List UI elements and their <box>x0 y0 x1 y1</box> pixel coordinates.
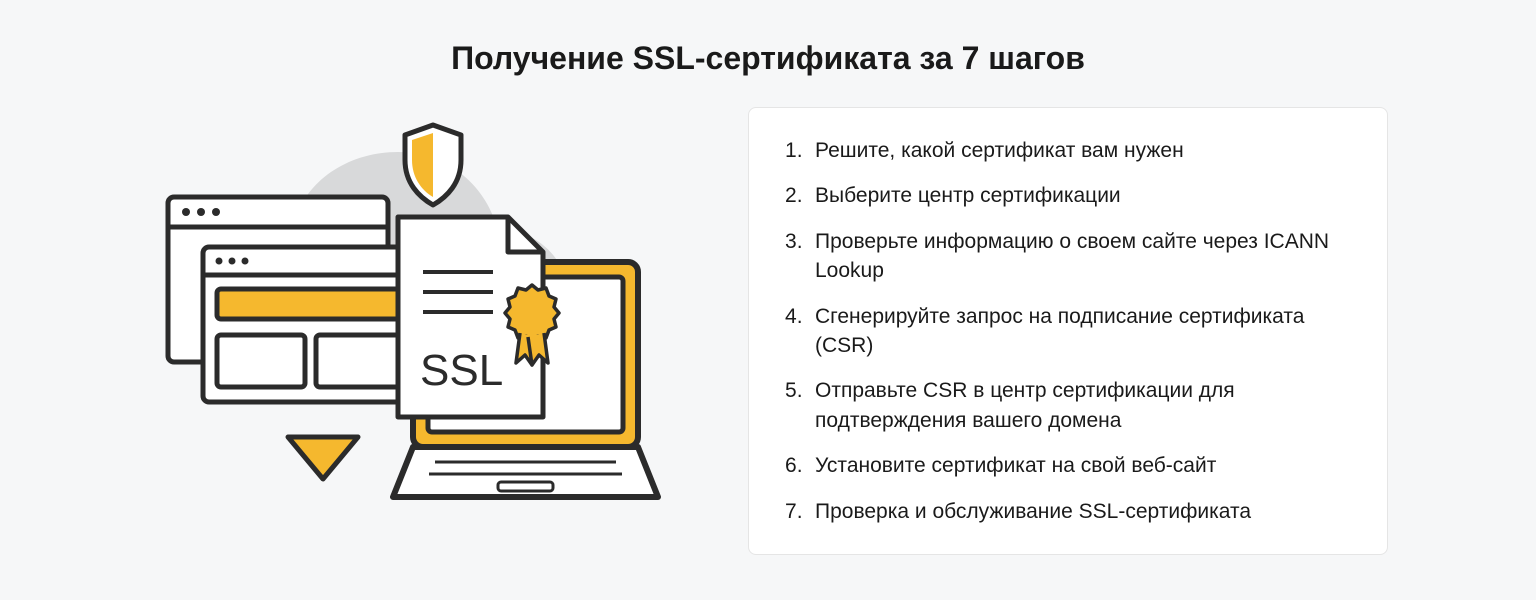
list-item: Проверьте информацию о своем сайте через… <box>785 227 1351 286</box>
browser-window-front-icon <box>203 247 418 402</box>
steps-list: Решите, какой сертификат вам нужен Выбер… <box>785 136 1351 526</box>
list-item: Выберите центр сертификации <box>785 181 1351 210</box>
list-item: Решите, какой сертификат вам нужен <box>785 136 1351 165</box>
list-item: Отправьте CSR в центр сертификации для п… <box>785 376 1351 435</box>
page-title: Получение SSL-сертификата за 7 шагов <box>451 40 1085 77</box>
cursor-icon <box>288 437 358 479</box>
ssl-certificate-icon: SSL <box>398 217 559 417</box>
list-item: Сгенерируйте запрос на подписание сертиф… <box>785 302 1351 361</box>
content-row: SSL Решите, какой сертификат вам нужен В… <box>60 107 1476 555</box>
ssl-illustration: SSL <box>148 107 668 547</box>
infographic-container: Получение SSL-сертификата за 7 шагов <box>0 0 1536 600</box>
list-item: Установите сертификат на свой веб-сайт <box>785 451 1351 480</box>
ssl-label: SSL <box>420 346 503 395</box>
steps-card: Решите, какой сертификат вам нужен Выбер… <box>748 107 1388 555</box>
list-item: Проверка и обслуживание SSL-сертификата <box>785 497 1351 526</box>
